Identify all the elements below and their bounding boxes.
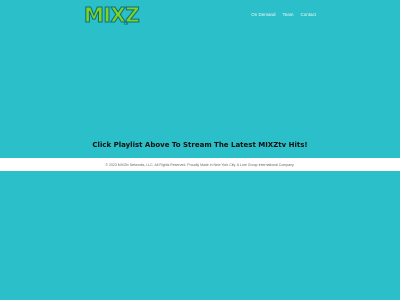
- logo-sub: tv: [124, 21, 129, 27]
- stream-cta-text: Click Playlist Above To Stream The Lates…: [92, 141, 308, 149]
- mixz-tv-logo[interactable]: MIXZ tv: [83, 3, 140, 29]
- nav-team[interactable]: Team: [282, 12, 293, 17]
- site-footer: © 2023 MIXZtv Networks, LLC. All Rights …: [0, 158, 400, 171]
- main-nav: On Demand Team Contact: [251, 12, 316, 17]
- footer-copyright: © 2023 MIXZtv Networks, LLC. All Rights …: [105, 162, 295, 167]
- logo-text: MIXZ: [83, 3, 140, 28]
- site-header: MIXZ tv On Demand Team Contact: [0, 0, 400, 30]
- nav-on-demand[interactable]: On Demand: [251, 12, 275, 17]
- nav-contact[interactable]: Contact: [300, 12, 316, 17]
